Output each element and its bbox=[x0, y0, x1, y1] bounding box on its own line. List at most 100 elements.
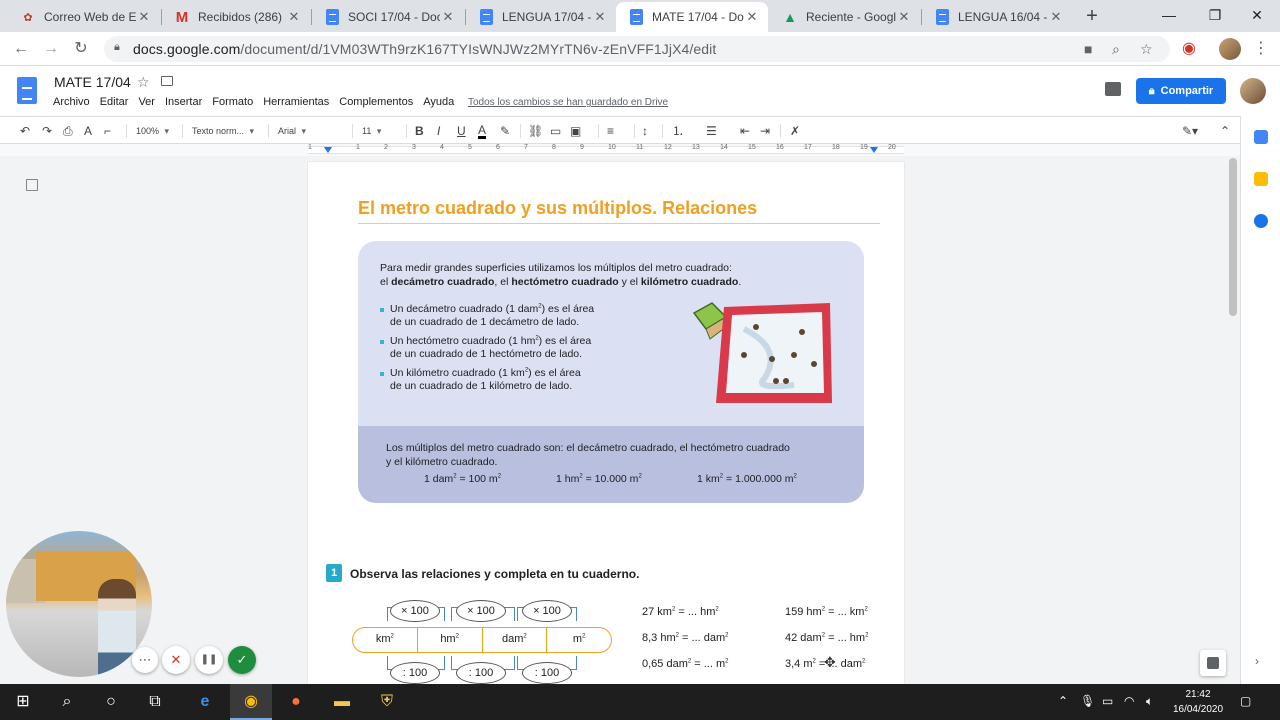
collapse-toolbar-icon[interactable]: ⌃ bbox=[1220, 123, 1230, 139]
keep-icon[interactable] bbox=[1254, 172, 1268, 186]
document-outline-icon[interactable] bbox=[26, 179, 38, 191]
tab-drive[interactable]: ▲ Reciente - Google ✕ bbox=[770, 2, 920, 32]
docs-logo-icon[interactable] bbox=[17, 77, 37, 104]
right-indent-marker[interactable] bbox=[870, 147, 878, 153]
windows-start-icon[interactable]: ⊞ bbox=[2, 684, 44, 720]
wifi-icon[interactable]: ◠ bbox=[1124, 694, 1134, 708]
menu-kebab-icon[interactable]: ⋮ bbox=[1250, 38, 1272, 60]
explore-button[interactable] bbox=[1200, 650, 1226, 676]
style-select[interactable]: Texto norm... bbox=[192, 123, 254, 139]
confirm-button[interactable]: ✓ bbox=[228, 646, 256, 674]
search-icon[interactable]: ⌕ bbox=[46, 684, 88, 720]
link-icon[interactable]: ⛓ bbox=[528, 123, 543, 139]
webcam-video[interactable] bbox=[6, 531, 152, 677]
firefox-icon[interactable]: ● bbox=[275, 684, 317, 720]
forward-icon[interactable]: → bbox=[40, 38, 62, 60]
tab-soci[interactable]: SOCI 17/04 - Docu ✕ bbox=[312, 2, 464, 32]
close-icon[interactable]: ✕ bbox=[1048, 9, 1064, 25]
cortana-icon[interactable]: ○ bbox=[90, 684, 132, 720]
back-icon[interactable]: ← bbox=[10, 38, 32, 60]
edge-icon[interactable]: e bbox=[184, 684, 226, 720]
more-options-button[interactable]: ⋯ bbox=[132, 647, 158, 673]
security-shield-icon[interactable]: ⛨ bbox=[366, 684, 408, 720]
extension-icon[interactable]: ◉ bbox=[1178, 38, 1200, 60]
file-explorer-icon[interactable]: ▬ bbox=[321, 684, 363, 720]
account-avatar[interactable] bbox=[1240, 78, 1266, 104]
close-icon[interactable]: ✕ bbox=[896, 9, 912, 25]
calendar-icon[interactable] bbox=[1254, 130, 1268, 144]
decrease-indent-icon[interactable]: ⇤ bbox=[740, 123, 750, 139]
vertical-scrollbar[interactable] bbox=[1229, 158, 1237, 316]
close-icon[interactable]: ✕ bbox=[286, 9, 302, 25]
bold-button[interactable]: B bbox=[415, 123, 424, 139]
share-button[interactable]: 🔒︎ Compartir bbox=[1136, 78, 1226, 104]
close-icon[interactable]: ✕ bbox=[136, 9, 152, 25]
pause-button[interactable]: ❚❚ bbox=[195, 646, 223, 674]
maximize-button[interactable]: ❐ bbox=[1192, 0, 1238, 30]
insert-image-icon[interactable]: ▣ bbox=[570, 123, 581, 139]
close-window-button[interactable]: ✕ bbox=[1234, 0, 1280, 30]
hangup-button[interactable]: ✕ bbox=[162, 646, 190, 674]
show-hidden-icons[interactable]: ⌃ bbox=[1058, 694, 1068, 708]
move-folder-icon[interactable] bbox=[161, 76, 173, 86]
close-icon[interactable]: ✕ bbox=[592, 9, 608, 25]
task-view-icon[interactable]: ⧉ bbox=[134, 684, 176, 720]
battery-icon[interactable]: ▭ bbox=[1102, 694, 1113, 708]
editing-mode-icon[interactable]: ✎▾ bbox=[1182, 123, 1198, 139]
text-color-button[interactable]: A bbox=[478, 123, 487, 139]
italic-button[interactable]: I bbox=[437, 123, 440, 139]
menu-editar[interactable]: Editar bbox=[100, 96, 129, 108]
tab-lengua-17[interactable]: LENGUA 17/04 - D ✕ bbox=[466, 2, 616, 32]
menu-formato[interactable]: Formato bbox=[212, 96, 253, 108]
profile-avatar[interactable] bbox=[1219, 38, 1241, 60]
menu-archivo[interactable]: Archivo bbox=[53, 96, 90, 108]
comments-icon[interactable] bbox=[1105, 82, 1121, 96]
zoom-icon[interactable]: ⌕ bbox=[1112, 41, 1120, 58]
notifications-icon[interactable]: ▢ bbox=[1240, 694, 1251, 708]
document-title[interactable]: MATE 17/04 bbox=[54, 74, 131, 90]
zoom-select[interactable]: 100% bbox=[136, 123, 169, 139]
undo-icon[interactable]: ↶ bbox=[20, 123, 30, 139]
camera-icon[interactable]: ■ bbox=[1084, 41, 1092, 57]
numbered-list-icon[interactable]: ⒈ bbox=[672, 123, 684, 139]
print-icon[interactable]: ⎙ bbox=[63, 123, 73, 139]
menu-complementos[interactable]: Complementos bbox=[339, 96, 413, 108]
close-icon[interactable]: ✕ bbox=[440, 9, 456, 25]
tasks-icon[interactable] bbox=[1254, 214, 1268, 228]
clear-formatting-icon[interactable]: ✗ bbox=[790, 123, 800, 139]
document-page[interactable]: El metro cuadrado y sus múltiplos. Relac… bbox=[308, 162, 904, 684]
minimize-button[interactable]: — bbox=[1146, 0, 1192, 30]
font-select[interactable]: Arial bbox=[278, 123, 306, 139]
star-icon[interactable]: ☆ bbox=[137, 74, 150, 91]
menu-insertar[interactable]: Insertar bbox=[165, 96, 202, 108]
redo-icon[interactable]: ↷ bbox=[42, 123, 52, 139]
add-comment-icon[interactable]: ▭ bbox=[550, 123, 561, 139]
line-spacing-icon[interactable]: ↕ bbox=[642, 123, 648, 139]
address-bar[interactable]: 🔒︎ docs.google.com/document/d/1VM03WTh9r… bbox=[104, 36, 1170, 62]
bulleted-list-icon[interactable]: ☰ bbox=[706, 123, 717, 139]
tab-mate-active[interactable]: MATE 17/04 - Doc ✕ bbox=[616, 2, 768, 32]
paint-format-icon[interactable]: ⌐ bbox=[104, 123, 111, 139]
menu-ver[interactable]: Ver bbox=[138, 96, 155, 108]
chrome-icon[interactable]: ◉ bbox=[230, 684, 272, 720]
save-status-link[interactable]: Todos los cambios se han guardado en Dri… bbox=[468, 97, 668, 108]
reload-icon[interactable]: ↻ bbox=[70, 38, 92, 60]
new-tab-button[interactable]: + bbox=[1082, 6, 1102, 26]
volume-icon[interactable]: 🔈︎ bbox=[1146, 694, 1153, 709]
align-icon[interactable]: ≡ bbox=[607, 123, 614, 139]
close-icon[interactable]: ✕ bbox=[744, 9, 760, 25]
tab-roundcube[interactable]: ✿ Correo Web de Ed ✕ bbox=[8, 2, 160, 32]
bookmark-star-icon[interactable]: ☆ bbox=[1140, 41, 1153, 58]
highlight-icon[interactable]: ✎ bbox=[500, 123, 510, 139]
left-indent-marker[interactable] bbox=[324, 147, 332, 153]
tab-gmail[interactable]: M Recibidos (286) - s ✕ bbox=[162, 2, 310, 32]
menu-ayuda[interactable]: Ayuda bbox=[423, 96, 454, 108]
menu-herramientas[interactable]: Herramientas bbox=[263, 96, 329, 108]
tab-lengua-16[interactable]: LENGUA 16/04 - D ✕ bbox=[922, 2, 1072, 32]
spellcheck-icon[interactable]: A bbox=[84, 123, 92, 139]
system-clock[interactable]: 21:42 16/04/2020 bbox=[1170, 687, 1226, 717]
expand-panel-icon[interactable]: › bbox=[1255, 654, 1259, 668]
font-size-select[interactable]: 11 bbox=[362, 123, 382, 139]
microphone-icon[interactable]: 🎙︎ bbox=[1080, 694, 1095, 708]
increase-indent-icon[interactable]: ⇥ bbox=[760, 123, 770, 139]
